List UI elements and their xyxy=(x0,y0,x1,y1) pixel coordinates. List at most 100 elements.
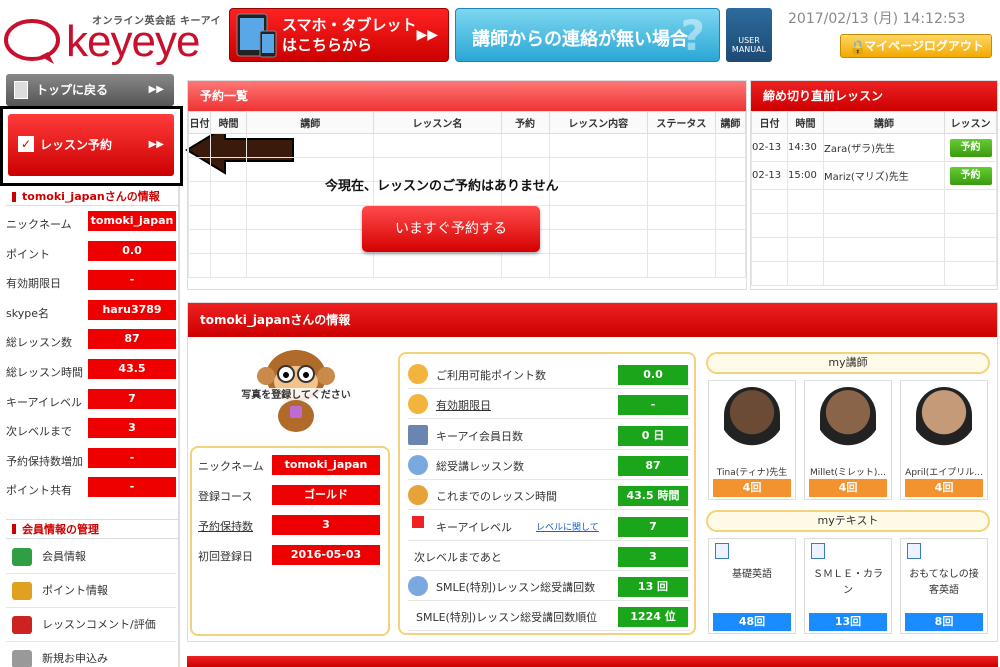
textbook-lesson-count: 13回 xyxy=(809,613,887,631)
teacher-card[interactable]: Millet(ミレット)... 4回 xyxy=(804,380,892,500)
sidebar-info-row: 予約保持数増加 - xyxy=(6,444,176,474)
sidebar-info-label: skype名 xyxy=(6,306,49,320)
reservation-list-title: 予約一覧 xyxy=(188,81,746,111)
sidebar-menu-label: レッスンコメント/評価 xyxy=(42,618,156,631)
chevron-right-icon: ▶▶ xyxy=(416,27,438,43)
lesson-booking-label: レッスン予約 xyxy=(40,138,113,152)
stat-value: 0.0 xyxy=(618,365,688,385)
sidebar-info-row: キーアイレベル 7 xyxy=(6,385,176,415)
book-lesson-button[interactable]: 予約 xyxy=(949,138,992,157)
stat-label: キーアイレベル xyxy=(436,520,513,534)
sidebar-menu-item[interactable]: ポイント情報 xyxy=(6,574,176,608)
sidebar-info-label: ポイント xyxy=(6,247,50,261)
profile-field-label[interactable]: 予約保持数 xyxy=(198,518,253,534)
teacher-photo xyxy=(724,387,780,459)
logo-text: keyeye xyxy=(66,17,200,66)
sidebar-info-label: 総レッスン数 xyxy=(6,336,72,350)
sidebar-info-value: 87 xyxy=(88,329,176,350)
level-info-link[interactable]: レベルに関して xyxy=(536,520,599,533)
sidebar-info-row: ポイント共有 - xyxy=(6,473,176,503)
my-teachers-title: my講師 xyxy=(706,352,990,374)
chat-icon xyxy=(408,454,428,475)
deadline-row: 02-13 15:00 Mariz(マリズ)先生 予約 xyxy=(751,161,997,190)
stat-label: 次レベルまであと xyxy=(414,550,502,564)
deadline-lessons-panel: 締め切り直前レッスン 日付 時間 講師 レッスン 02-13 14:30 Zara(… xyxy=(750,80,998,290)
teacher-name: Millet(ミレット)... xyxy=(810,468,886,478)
sidebar-menu-label: 会員情報 xyxy=(42,550,86,563)
logout-button[interactable]: 🔒 マイページログアウト xyxy=(840,34,992,58)
sidebar-menu-item[interactable]: 会員情報 xyxy=(6,540,176,574)
contact-banner[interactable]: 講師からの連絡が無い場合 ? xyxy=(455,8,720,62)
sidebar-info-value: 0.0 xyxy=(88,240,176,261)
comment-edit-icon xyxy=(12,616,32,634)
sidebar-info-label: ポイント共有 xyxy=(6,484,72,498)
mobile-banner[interactable]: スマホ・タブレットはこちらから ▶▶ xyxy=(229,8,449,62)
sidebar-info-value: - xyxy=(88,477,176,498)
profile-field-row: ニックネーム tomoki_japan xyxy=(196,451,381,479)
reservation-col-header: ステータス xyxy=(646,111,716,134)
lesson-booking-button[interactable]: ✓ レッスン予約 ▶▶ xyxy=(8,114,174,176)
logo[interactable]: オンライン英会話 キーアイ keyeye xyxy=(0,4,226,66)
teacher-photo xyxy=(916,387,972,459)
deadline-time: 14:30 xyxy=(787,133,824,162)
stat-row: SMLE(特別)レッスン総受講回数順位 1224 位 xyxy=(408,601,690,632)
textbook-card[interactable]: おもてなしの接客英語 8回 xyxy=(900,538,988,634)
contact-banner-text: 講師からの連絡が無い場合 xyxy=(472,29,688,50)
user-manual-button[interactable]: USER MANUAL xyxy=(726,8,772,62)
stat-value: 1224 位 xyxy=(618,607,688,628)
reservation-col-header: 予約 xyxy=(500,111,550,134)
stat-row: これまでのレッスン時間 43.5 時間 xyxy=(408,480,690,511)
textbook-card[interactable]: 基礎英語 48回 xyxy=(708,538,796,634)
teacher-card[interactable]: April(エイプリル... 4回 xyxy=(900,380,988,500)
stat-row: 有効期限日 - xyxy=(408,389,690,420)
user-info-title: tomoki_japanさんの情報 xyxy=(188,303,997,337)
stat-value: 43.5 時間 xyxy=(618,486,688,507)
reservation-col-header: 講師 xyxy=(714,111,747,134)
stat-value: 87 xyxy=(618,455,688,476)
col-teacher: 講師 xyxy=(823,111,945,134)
sidebar-info-value: - xyxy=(88,447,176,468)
textbook-lesson-count: 8回 xyxy=(905,613,983,631)
book-now-button[interactable]: いますぐ予約する xyxy=(362,206,540,252)
profile-field-value: ゴールド xyxy=(272,485,380,505)
sidebar-info-label: 予約保持数増加 xyxy=(6,454,83,468)
lock-icon: 🔒 xyxy=(849,40,867,56)
stat-value: 0 日 xyxy=(618,425,688,446)
cart-icon xyxy=(12,650,32,667)
clock-icon xyxy=(408,485,428,506)
stat-label: SMLE(特別)レッスン総受講回数順位 xyxy=(416,611,598,625)
sidebar-info-row: 総レッスン数 87 xyxy=(6,325,176,355)
reservation-col-header: 日付 xyxy=(187,111,212,134)
textbook-card[interactable]: ＳＭＬＥ・カラン 13回 xyxy=(804,538,892,634)
teacher-card[interactable]: Tina(ティナ)先生 4回 xyxy=(708,380,796,500)
current-datetime: 2017/02/13 (月) 14:12:53 xyxy=(788,11,966,27)
sidebar-menu-label: ポイント情報 xyxy=(42,584,108,597)
member-management-title: 会員情報の管理 xyxy=(6,519,178,539)
stat-label[interactable]: 有効期限日 xyxy=(436,397,491,413)
back-to-top-label: トップに戻る xyxy=(36,83,109,97)
sidebar-info-label: キーアイレベル xyxy=(6,395,83,409)
textbook-name: 基礎英語 xyxy=(732,569,772,580)
textbook-name: ＳＭＬＥ・カラン xyxy=(813,569,883,596)
stat-row: SMLE(特別)レッスン総受講回数 13 回 xyxy=(408,571,690,602)
stat-value: 13 回 xyxy=(618,577,688,598)
deadline-lessons-title: 締め切り直前レッスン xyxy=(751,81,997,111)
sidebar-info-row: skype名 haru3789 xyxy=(6,296,176,326)
stat-value: 7 xyxy=(618,516,688,537)
chat-icon xyxy=(408,576,428,597)
deadline-date: 02-13 xyxy=(751,161,788,190)
back-to-top-button[interactable]: トップに戻る ▶▶ xyxy=(6,74,174,106)
sidebar-menu-item[interactable]: 新規お申込み xyxy=(6,642,176,667)
book-lesson-button[interactable]: 予約 xyxy=(949,166,992,185)
next-panel-header xyxy=(187,656,998,667)
textbook-lesson-count: 48回 xyxy=(713,613,791,631)
sidebar-menu-item[interactable]: レッスンコメント/評価 xyxy=(6,608,176,642)
stat-label: これまでのレッスン時間 xyxy=(436,490,557,504)
coin-icon xyxy=(408,394,428,415)
profile-field-value: tomoki_japan xyxy=(272,455,380,475)
sidebar-user-info-title: tomoki_japanさんの情報 xyxy=(6,188,178,206)
teacher-lesson-count: 4回 xyxy=(905,479,983,497)
sidebar-info-value: 7 xyxy=(88,388,176,409)
deadline-action-cell: 予約 xyxy=(944,161,997,190)
teacher-photo xyxy=(820,387,876,459)
